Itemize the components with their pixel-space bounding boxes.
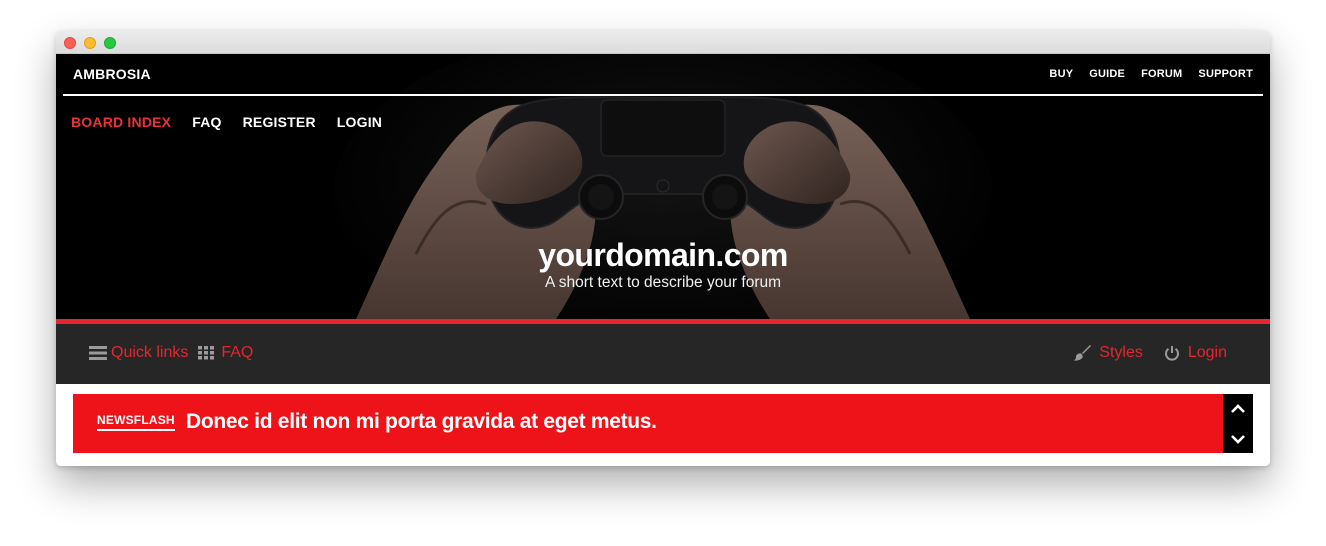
nav-bar-left: Quick links FAQ — [89, 344, 253, 362]
chevron-up-icon — [1231, 403, 1245, 413]
login-label: Login — [1187, 344, 1227, 361]
nav-bar: Quick links FAQ Styles Login — [56, 324, 1270, 384]
top-bar: AMBROSIA BUY GUIDE FORUM SUPPORT — [63, 54, 1263, 96]
power-icon — [1164, 345, 1180, 361]
top-link-support[interactable]: SUPPORT — [1198, 68, 1253, 80]
top-link-buy[interactable]: BUY — [1049, 68, 1073, 80]
site-name[interactable]: AMBROSIA — [73, 66, 151, 82]
site-title[interactable]: yourdomain.com — [56, 237, 1270, 274]
newsflash-text[interactable]: Donec id elit non mi porta gravida at eg… — [186, 410, 657, 434]
chevron-down-icon — [1231, 434, 1245, 444]
browser-window: AMBROSIA BUY GUIDE FORUM SUPPORT BOARD I… — [56, 31, 1270, 466]
nav-bar-right: Styles Login — [1074, 344, 1227, 362]
top-link-forum[interactable]: FORUM — [1141, 68, 1182, 80]
paintbrush-icon — [1074, 345, 1092, 361]
page-content: NEWSFLASH Donec id elit non mi porta gra… — [56, 384, 1270, 466]
faq-label: FAQ — [221, 344, 254, 361]
zoom-window-button[interactable] — [104, 37, 116, 49]
styles-label: Styles — [1099, 344, 1143, 361]
newsflash-controls — [1223, 394, 1253, 453]
styles-button[interactable]: Styles — [1074, 344, 1143, 362]
nav-login[interactable]: LOGIN — [337, 114, 382, 130]
top-links: BUY GUIDE FORUM SUPPORT — [1049, 68, 1253, 80]
quick-links-label: Quick links — [111, 344, 189, 361]
nav-board-index[interactable]: BOARD INDEX — [71, 114, 171, 130]
window-titlebar — [56, 31, 1270, 54]
newsflash-prev-button[interactable] — [1223, 394, 1253, 423]
newsflash-bar: NEWSFLASH Donec id elit non mi porta gra… — [73, 394, 1253, 453]
top-link-guide[interactable]: GUIDE — [1089, 68, 1125, 80]
quick-links-button[interactable]: Quick links — [89, 344, 188, 362]
site-header: AMBROSIA BUY GUIDE FORUM SUPPORT BOARD I… — [56, 54, 1270, 319]
main-nav: BOARD INDEX FAQ REGISTER LOGIN — [71, 114, 382, 130]
close-window-button[interactable] — [64, 37, 76, 49]
minimize-window-button[interactable] — [84, 37, 96, 49]
faq-button[interactable]: FAQ — [198, 344, 253, 362]
newsflash-label: NEWSFLASH — [97, 413, 175, 431]
hamburger-icon — [89, 345, 107, 361]
grid-icon — [198, 346, 215, 360]
nav-faq[interactable]: FAQ — [192, 114, 221, 130]
site-description: A short text to describe your forum — [544, 274, 782, 291]
login-button[interactable]: Login — [1164, 344, 1227, 362]
newsflash-next-button[interactable] — [1223, 424, 1253, 453]
nav-register[interactable]: REGISTER — [243, 114, 316, 130]
